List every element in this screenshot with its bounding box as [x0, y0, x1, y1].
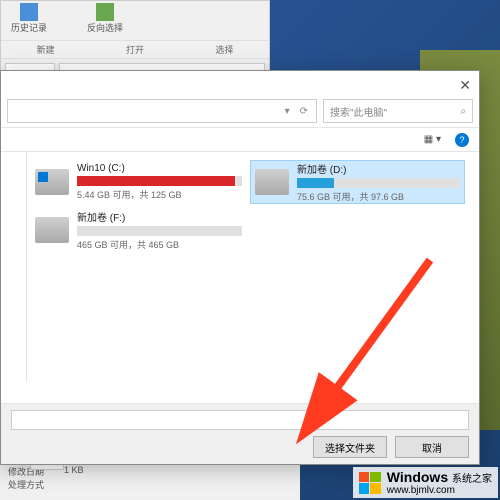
cancel-button[interactable]: 取消	[395, 436, 469, 458]
view-options-button[interactable]: ▦ ▾	[418, 132, 447, 147]
search-icon: ⌕	[460, 106, 466, 117]
refresh-icon[interactable]: ⟳	[300, 106, 308, 117]
invert-icon	[96, 3, 114, 21]
dialog-sidebar[interactable]	[1, 152, 27, 382]
drive-stats: 5.44 GB 可用，共 125 GB	[77, 188, 242, 201]
drive-icon	[35, 217, 69, 243]
watermark-url: www.bjmlv.com	[387, 485, 492, 496]
drive-icon	[35, 169, 69, 195]
drive-name: 新加卷 (F:)	[77, 209, 242, 224]
dialog-search-placeholder: 搜索"此电脑"	[330, 104, 387, 119]
group-select: 选择	[215, 43, 233, 56]
watermark-brand: Windows 系统之家	[387, 469, 492, 485]
drive-name: 新加卷 (D:)	[297, 161, 460, 176]
dropdown-icon[interactable]: ▾	[285, 106, 290, 117]
drive-icon	[255, 169, 289, 195]
ribbon: 历史记录 反向选择	[1, 1, 269, 41]
history-icon	[20, 3, 38, 21]
group-new: 新建	[37, 43, 55, 56]
detail-link-label: 处理方式	[8, 478, 44, 491]
ribbon-history-label: 历史记录	[11, 21, 47, 34]
drive-item[interactable]: 新加卷 (F:) 465 GB 可用，共 465 GB	[31, 208, 246, 252]
drive-usage-bar	[297, 178, 460, 188]
dialog-path-box[interactable]: ▾ ⟳	[7, 99, 317, 123]
drive-stats: 75.6 GB 可用，共 97.6 GB	[297, 190, 460, 203]
drive-usage-bar	[77, 176, 242, 186]
folder-picker-dialog: ✕ ▾ ⟳ 搜索"此电脑" ⌕ ▦ ▾ ? Win10 (C:) 5.44 GB…	[0, 70, 480, 465]
close-icon: ✕	[459, 77, 471, 93]
drive-stats: 465 GB 可用，共 465 GB	[77, 238, 242, 251]
drive-item[interactable]: Win10 (C:) 5.44 GB 可用，共 125 GB	[31, 160, 246, 204]
dialog-search-box[interactable]: 搜索"此电脑" ⌕	[323, 99, 473, 123]
windows-logo-icon	[359, 472, 381, 494]
folder-name-input[interactable]	[11, 410, 469, 430]
ribbon-invert-label: 反向选择	[87, 21, 123, 34]
drive-item[interactable]: 新加卷 (D:) 75.6 GB 可用，共 97.6 GB	[250, 160, 465, 204]
close-button[interactable]: ✕	[459, 77, 471, 94]
drive-usage-bar	[77, 226, 242, 236]
ribbon-history[interactable]: 历史记录	[11, 3, 47, 38]
drives-area: Win10 (C:) 5.44 GB 可用，共 125 GB 新加卷 (D:) …	[27, 152, 479, 382]
help-icon[interactable]: ?	[455, 133, 469, 147]
detail-size: 1 KB	[64, 465, 84, 475]
ribbon-invert-select[interactable]: 反向选择	[87, 3, 123, 38]
ribbon-groups: 新建 打开 选择	[1, 41, 269, 59]
watermark: Windows 系统之家 www.bjmlv.com	[353, 467, 498, 498]
select-folder-button[interactable]: 选择文件夹	[313, 436, 387, 458]
drive-name: Win10 (C:)	[77, 163, 242, 174]
group-open: 打开	[126, 43, 144, 56]
